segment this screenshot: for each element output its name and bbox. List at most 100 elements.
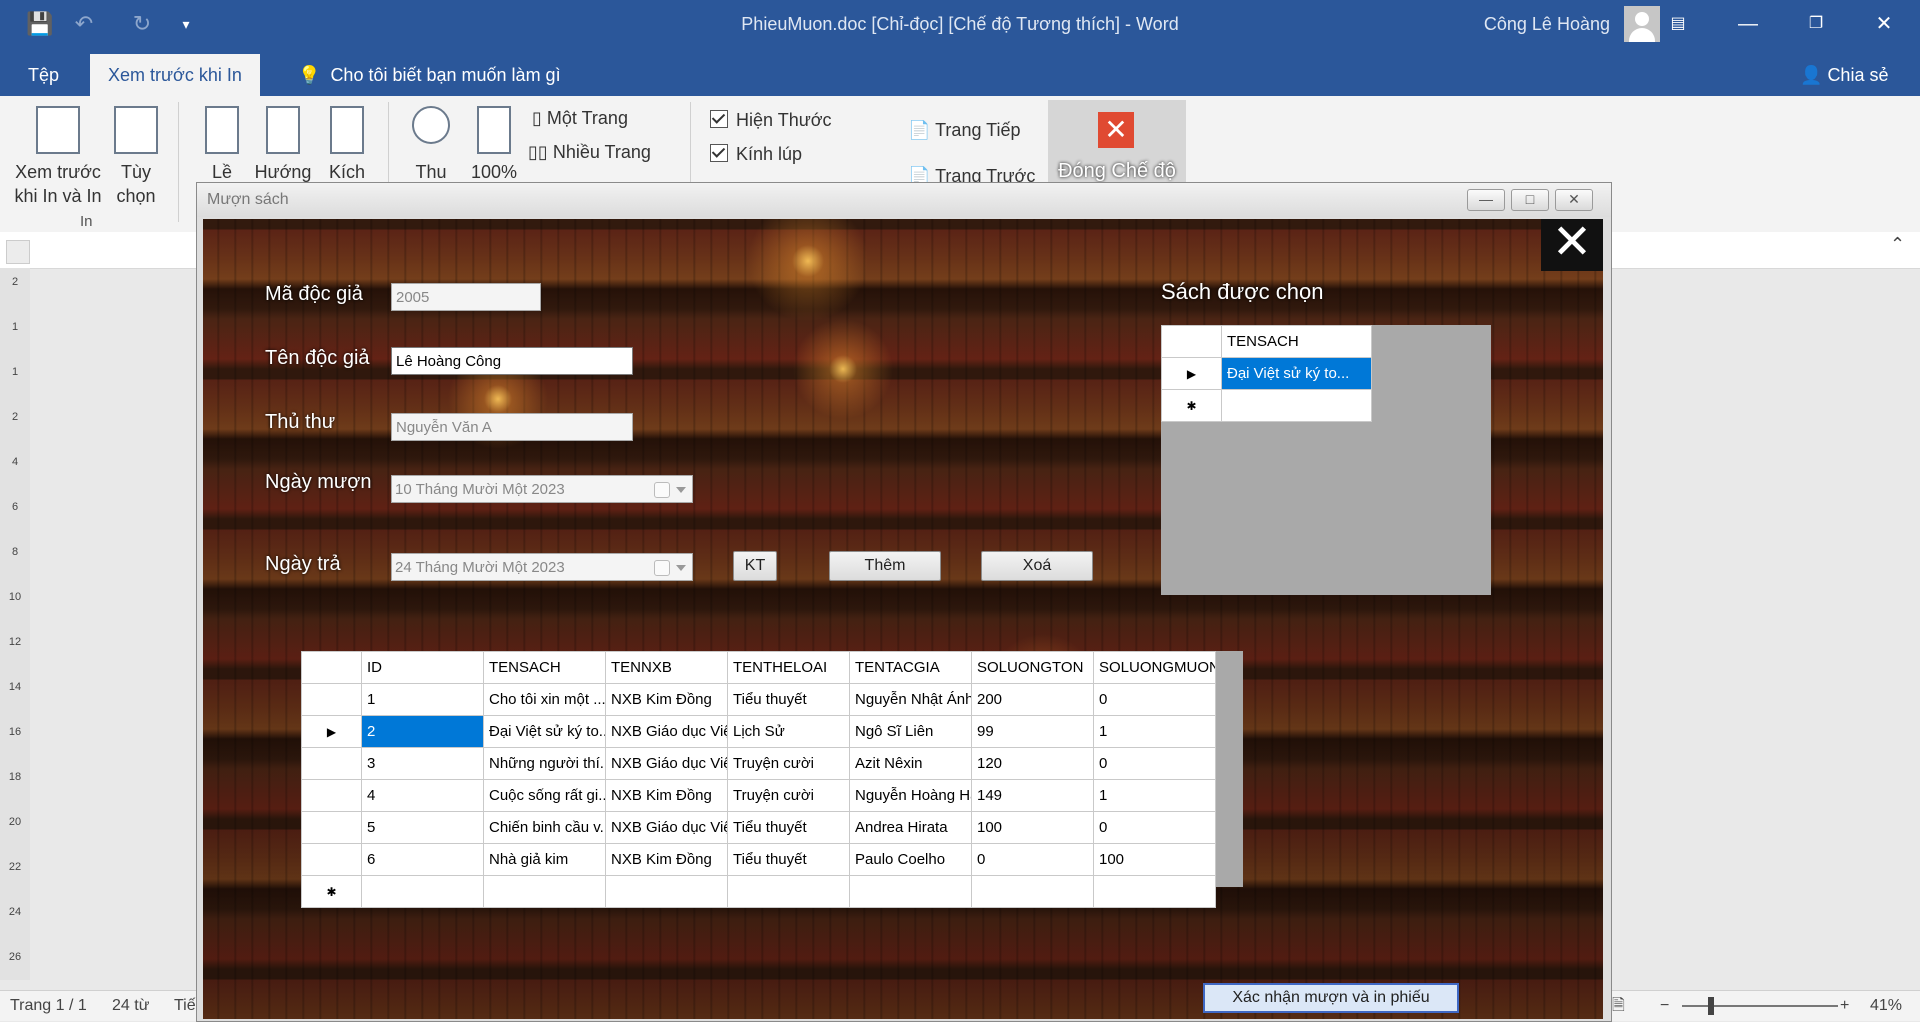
table-cell[interactable]: Tiểu thuyết <box>727 843 850 876</box>
table-cell[interactable]: 0 <box>1093 747 1216 780</box>
table-cell[interactable]: 1 <box>1093 779 1216 812</box>
dialog-minimize-button[interactable]: — <box>1467 189 1505 211</box>
row-indicator-icon[interactable]: ▶ <box>1161 357 1222 390</box>
column-header[interactable]: TENTACGIA <box>849 651 972 684</box>
table-cell[interactable]: Cho tôi xin một ... <box>483 683 606 716</box>
table-cell[interactable]: 149 <box>971 779 1094 812</box>
magnifier-checkbox[interactable]: Kính lúp <box>710 142 802 166</box>
page-count[interactable]: Trang 1 / 1 <box>10 991 87 1021</box>
table-cell[interactable]: 3 <box>361 747 484 780</box>
table-row[interactable]: 5Chiến binh cầu v...NXB Giáo dục Việ...T… <box>301 811 1216 844</box>
table-cell[interactable]: 100 <box>1093 843 1216 876</box>
table-cell[interactable]: Đại Việt sử ký to... <box>1221 357 1372 390</box>
restore-button[interactable]: ❐ <box>1788 0 1844 48</box>
table-cell[interactable]: Truyện cười <box>727 779 850 812</box>
table-cell[interactable]: NXB Giáo dục Việ... <box>605 747 728 780</box>
size-button[interactable]: Kích <box>324 106 370 184</box>
dialog-close-button[interactable]: ✕ <box>1555 189 1593 211</box>
next-page-button[interactable]: 📄 Trang Tiếp <box>908 118 1021 142</box>
table-cell[interactable]: Đại Việt sử ký to... <box>483 715 606 748</box>
row-header[interactable] <box>301 747 362 780</box>
add-button[interactable]: Thêm <box>829 551 941 581</box>
column-header[interactable]: TENSACH <box>483 651 606 684</box>
table-row[interactable]: 6 Nhà giả kim NXB Kim Đồng Tiểu thuyết Paulo… <box>301 843 1216 876</box>
table-cell[interactable]: Truyện cười <box>727 747 850 780</box>
table-cell[interactable]: NXB Giáo dục Việ... <box>605 811 728 844</box>
column-header[interactable]: ID <box>361 651 484 684</box>
row-indicator-icon[interactable]: ▶ <box>301 715 362 748</box>
row-header[interactable] <box>301 779 362 812</box>
books-grid[interactable]: ID TENSACH TENNXB TENTHELOAI TENTACGIA SOLUON… <box>301 651 1243 908</box>
zoom-slider[interactable] <box>1682 1005 1838 1007</box>
table-cell[interactable]: Tiểu thuyết <box>727 683 850 716</box>
table-row[interactable]: ▶2Đại Việt sử ký to...NXB Giáo dục Việ..… <box>301 715 1216 748</box>
print-preview-button[interactable]: Xem trước khi In và In <box>10 106 106 208</box>
column-header[interactable]: SOLUONGMUON <box>1093 651 1216 684</box>
new-row-icon[interactable]: ✱ <box>301 875 362 908</box>
table-cell[interactable] <box>971 875 1094 908</box>
tab-print-preview[interactable]: Xem trước khi In <box>90 54 260 96</box>
table-cell[interactable]: 6 <box>361 843 484 876</box>
table-cell[interactable]: NXB Kim Đồng <box>605 779 728 812</box>
check-button[interactable]: KT <box>733 551 777 581</box>
delete-button[interactable]: Xoá <box>981 551 1093 581</box>
row-header[interactable] <box>301 843 362 876</box>
confirm-borrow-button[interactable]: Xác nhận mượn và in phiếu <box>1203 983 1459 1013</box>
close-form-button[interactable]: ✕ <box>1541 219 1603 271</box>
ribbon-display-icon[interactable]: ▤ <box>1650 0 1706 48</box>
table-cell[interactable]: Ngô Sĩ Liên <box>849 715 972 748</box>
calendar-checkbox-icon[interactable] <box>654 482 670 498</box>
chevron-down-icon[interactable] <box>676 487 686 493</box>
new-row-icon[interactable]: ✱ <box>1161 389 1222 422</box>
table-cell[interactable]: Paulo Coelho <box>849 843 972 876</box>
options-button[interactable]: Tùy chọn <box>110 106 162 208</box>
selected-books-grid[interactable]: TENSACH ▶ Đại Việt sử ký to... ✱ <box>1161 325 1491 595</box>
undo-icon[interactable]: ↶ <box>70 10 98 38</box>
tell-me-box[interactable]: 💡 Cho tôi biết bạn muốn làm gì <box>280 54 579 96</box>
row-header[interactable] <box>301 683 362 716</box>
column-header[interactable]: TENTHELOAI <box>727 651 850 684</box>
table-cell[interactable]: Tiểu thuyết <box>727 811 850 844</box>
zoom-out-icon[interactable]: − <box>1660 991 1669 1021</box>
table-cell[interactable]: NXB Kim Đồng <box>605 683 728 716</box>
zoom-button[interactable]: Thu <box>408 106 454 184</box>
table-cell[interactable]: Andrea Hirata <box>849 811 972 844</box>
zoom-in-icon[interactable]: + <box>1840 991 1849 1021</box>
table-cell[interactable]: 99 <box>971 715 1094 748</box>
table-cell[interactable]: Lịch Sử <box>727 715 850 748</box>
table-cell[interactable]: 100 <box>971 811 1094 844</box>
minimize-button[interactable]: — <box>1720 0 1776 48</box>
chevron-down-icon[interactable] <box>676 565 686 571</box>
margins-button[interactable]: Lề <box>200 106 244 184</box>
word-count[interactable]: 24 từ <box>112 991 149 1021</box>
user-name[interactable]: Công Lê Hoàng <box>1484 0 1610 48</box>
table-cell[interactable] <box>727 875 850 908</box>
dialog-maximize-button[interactable]: □ <box>1511 189 1549 211</box>
table-cell[interactable]: NXB Kim Đồng <box>605 843 728 876</box>
one-page-button[interactable]: ▯ Một Trang <box>532 106 628 130</box>
share-button[interactable]: 👤 Chia sẻ <box>1782 54 1906 96</box>
table-cell[interactable]: 0 <box>971 843 1094 876</box>
table-cell[interactable]: Azit Nêxin <box>849 747 972 780</box>
table-cell[interactable] <box>483 875 606 908</box>
table-cell[interactable]: Chiến binh cầu v... <box>483 811 606 844</box>
table-cell[interactable] <box>1093 875 1216 908</box>
customize-qat-icon[interactable]: ▾ <box>172 10 200 38</box>
multiple-pages-button[interactable]: ▯▯ Nhiều Trang <box>528 140 651 164</box>
table-cell[interactable]: Nguyễn Nhật Ánh <box>849 683 972 716</box>
table-cell[interactable]: 2 <box>361 715 484 748</box>
table-row[interactable]: 3Những người thí...NXB Giáo dục Việ...Tr… <box>301 747 1216 780</box>
table-cell[interactable]: Những người thí... <box>483 747 606 780</box>
table-cell[interactable]: NXB Giáo dục Việ... <box>605 715 728 748</box>
table-row[interactable]: 1 Cho tôi xin một ... NXB Kim Đồng Tiểu thu… <box>301 683 1216 716</box>
table-cell[interactable] <box>849 875 972 908</box>
table-cell[interactable]: 5 <box>361 811 484 844</box>
table-cell[interactable]: 0 <box>1093 683 1216 716</box>
column-header[interactable]: TENNXB <box>605 651 728 684</box>
show-ruler-checkbox[interactable]: Hiện Thước <box>710 108 832 132</box>
zoom-100-button[interactable]: 100% <box>468 106 520 184</box>
table-cell[interactable]: Nguyễn Hoàng Hải <box>849 779 972 812</box>
table-cell[interactable] <box>1221 389 1372 422</box>
table-cell[interactable] <box>605 875 728 908</box>
column-header[interactable]: TENSACH <box>1221 325 1372 358</box>
